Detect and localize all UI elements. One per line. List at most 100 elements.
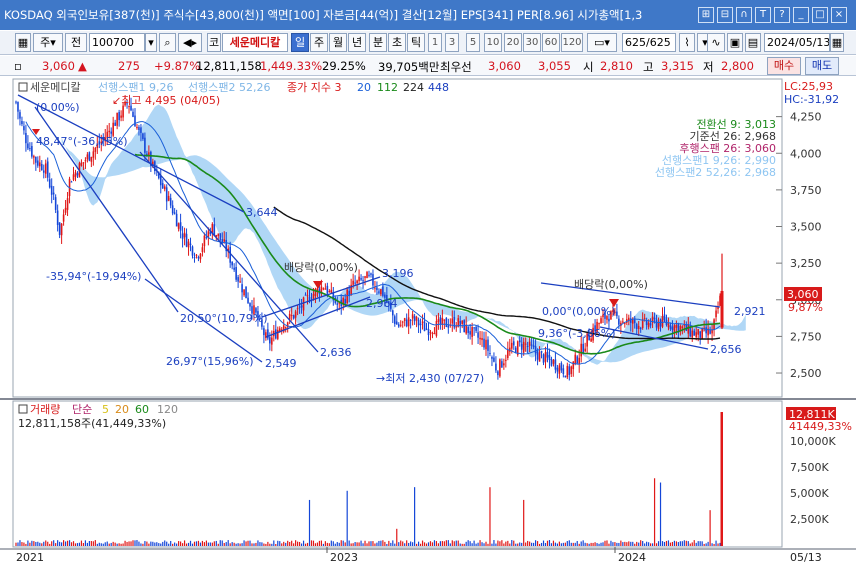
interval-5[interactable]: 5 — [466, 33, 480, 52]
maximize-icon[interactable]: □ — [812, 7, 828, 23]
text-icon[interactable]: T — [755, 7, 771, 23]
calendar-dropdown-icon[interactable]: ▦ — [830, 33, 844, 52]
volume-bar — [507, 540, 509, 546]
candle-body — [479, 337, 481, 340]
candle-body — [433, 333, 436, 335]
volume-bar — [717, 543, 719, 546]
period-minute[interactable]: 분 — [369, 33, 387, 52]
candle-body — [618, 318, 620, 325]
volume-bar — [64, 541, 67, 546]
volume-bar — [318, 540, 321, 546]
stock-code-input[interactable]: 100700 — [89, 33, 145, 52]
sell-button[interactable]: 매도 — [805, 57, 839, 75]
volume-axis-label: 10,000K — [790, 435, 836, 448]
calendar-icon[interactable]: ▤ — [745, 33, 761, 52]
candle-body — [324, 288, 327, 290]
volume-bar — [291, 540, 293, 546]
volume-bar — [346, 490, 348, 546]
candle-body — [401, 321, 404, 323]
candle-body — [243, 289, 245, 296]
volume-bar — [300, 543, 303, 546]
volume-bar — [15, 542, 17, 546]
candle-body — [598, 323, 600, 325]
candle-body — [195, 254, 198, 256]
volume-bar — [546, 540, 549, 546]
period-tick[interactable]: 틱 — [407, 33, 425, 52]
period-week[interactable]: 주 — [310, 33, 328, 52]
interval-20[interactable]: 20 — [504, 33, 522, 52]
stock-chart[interactable]: 4,2504,0003,7503,5003,2503,0002,7502,500… — [0, 77, 856, 569]
candle-body — [118, 111, 120, 121]
candle-body — [237, 277, 239, 282]
candle-body — [584, 348, 586, 352]
dropdown-icon[interactable]: ▾ — [145, 33, 157, 52]
volume-bar — [503, 543, 505, 546]
angle-label-6: 9,36°(-3,86%) — [538, 327, 616, 340]
layout-icon[interactable]: ⊞ — [698, 7, 714, 23]
search-icon[interactable]: ⌕ — [159, 33, 176, 52]
period-year[interactable]: 년 — [348, 33, 366, 52]
interval-3[interactable]: 3 — [445, 33, 459, 52]
tile-icon[interactable]: ⊟ — [717, 7, 733, 23]
volume-bar — [108, 543, 110, 546]
help-icon[interactable]: ? — [774, 7, 790, 23]
candle-body — [189, 243, 192, 245]
candle-body — [447, 325, 450, 328]
volume-bar — [481, 542, 483, 546]
interval-10[interactable]: 10 — [484, 33, 502, 52]
grid-icon[interactable]: ▦ — [15, 33, 31, 52]
volume-bar — [465, 541, 467, 546]
candle-body — [378, 291, 380, 293]
volume-bar — [400, 540, 402, 546]
volume-bar — [709, 510, 711, 546]
volume-bar — [423, 542, 426, 546]
volume-bar — [443, 541, 445, 546]
stock-name-field[interactable]: 세운메디칼 — [222, 33, 288, 52]
candle-body — [370, 273, 372, 275]
close-icon[interactable]: × — [831, 7, 847, 23]
candle-body — [37, 160, 39, 166]
history-icon[interactable]: ▭▾ — [587, 33, 617, 52]
interval-1[interactable]: 1 — [428, 33, 442, 52]
volume-bar — [302, 540, 305, 546]
date-input[interactable]: 2024/05/13 — [764, 33, 830, 52]
candle-body — [639, 327, 642, 330]
candle-body — [514, 347, 517, 353]
volume-bar — [533, 542, 535, 546]
volume-bar — [136, 540, 138, 546]
minimize-icon[interactable]: _ — [793, 7, 809, 23]
candle-body — [292, 315, 295, 319]
link-icon[interactable]: ∩ — [736, 7, 752, 23]
interval-30[interactable]: 30 — [523, 33, 541, 52]
wave-icon[interactable]: ∿ — [707, 33, 725, 52]
prev-button[interactable]: 전 — [65, 33, 87, 52]
volume-bar — [632, 541, 634, 546]
volume-bar — [181, 543, 184, 546]
volume-bar — [72, 541, 75, 546]
period-second[interactable]: 초 — [388, 33, 406, 52]
volume-bar — [221, 540, 223, 546]
speaker-icon[interactable]: ◀▸ — [178, 33, 202, 52]
save-icon[interactable]: ▣ — [727, 33, 743, 52]
period-day[interactable]: 일 — [291, 33, 309, 52]
chart-icon[interactable]: ⌇ — [679, 33, 695, 52]
candle-body — [431, 332, 434, 334]
angle-label-5: 0,00°(0,00%) — [542, 305, 616, 318]
interval-60[interactable]: 60 — [542, 33, 560, 52]
volume-bar — [156, 542, 158, 546]
volume-bar — [19, 540, 21, 546]
candle-body — [223, 239, 226, 242]
candle-body — [62, 214, 65, 222]
buy-button[interactable]: 매수 — [767, 57, 801, 75]
volume-bar — [515, 543, 517, 546]
candle-body — [169, 197, 172, 206]
candle-body — [122, 105, 124, 118]
volume-bar — [382, 540, 384, 546]
turnover: 29.25% — [322, 59, 366, 73]
volume-bar — [215, 540, 217, 546]
type-select[interactable]: 주▾ — [33, 33, 63, 52]
interval-120[interactable]: 120 — [561, 33, 583, 52]
period-month[interactable]: 월 — [329, 33, 347, 52]
candle-body — [366, 272, 368, 279]
volume-bar — [711, 543, 713, 546]
